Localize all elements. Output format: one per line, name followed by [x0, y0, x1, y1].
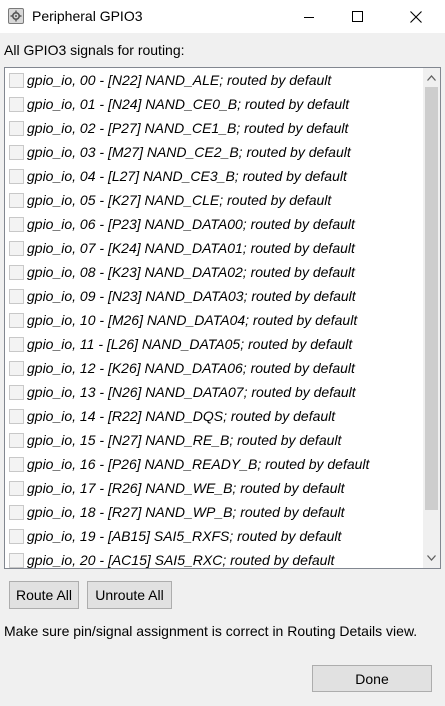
signal-checkbox[interactable] — [9, 360, 24, 376]
window-title: Peripheral GPIO3 — [32, 8, 143, 24]
signal-row[interactable]: gpio_io, 04 - [L27] NAND_CE3_B; routed b… — [9, 164, 347, 188]
signal-checkbox[interactable] — [9, 456, 24, 472]
signal-row[interactable]: gpio_io, 17 - [R26] NAND_WE_B; routed by… — [9, 476, 345, 500]
signal-label: gpio_io, 14 - [R22] NAND_DQS; routed by … — [27, 407, 336, 424]
signal-row[interactable]: gpio_io, 19 - [AB15] SAI5_RXFS; routed b… — [9, 524, 341, 548]
signal-label: gpio_io, 15 - [N27] NAND_RE_B; routed by… — [27, 431, 342, 448]
signal-checkbox[interactable] — [9, 264, 24, 280]
signal-row[interactable]: gpio_io, 07 - [K24] NAND_DATA01; routed … — [9, 236, 355, 260]
close-icon — [410, 10, 422, 23]
signal-row[interactable]: gpio_io, 03 - [M27] NAND_CE2_B; routed b… — [9, 140, 351, 164]
signal-label: gpio_io, 05 - [K27] NAND_CLE; routed by … — [27, 191, 332, 208]
scroll-down-button[interactable] — [423, 549, 440, 566]
signal-row[interactable]: gpio_io, 10 - [M26] NAND_DATA04; routed … — [9, 308, 357, 332]
signal-row[interactable]: gpio_io, 09 - [N23] NAND_DATA03; routed … — [9, 284, 356, 308]
signal-checkbox[interactable] — [9, 96, 24, 112]
signals-prompt: All GPIO3 signals for routing: — [4, 42, 185, 58]
signal-label: gpio_io, 17 - [R26] NAND_WE_B; routed by… — [27, 479, 345, 496]
signal-row[interactable]: gpio_io, 06 - [P23] NAND_DATA00; routed … — [9, 212, 355, 236]
signal-label: gpio_io, 00 - [N22] NAND_ALE; routed by … — [27, 71, 332, 88]
minimize-icon — [304, 16, 314, 18]
signal-checkbox[interactable] — [9, 480, 24, 496]
routing-note: Make sure pin/signal assignment is corre… — [4, 623, 418, 639]
signal-row[interactable]: gpio_io, 01 - [N24] NAND_CE0_B; routed b… — [9, 92, 349, 116]
signal-row[interactable]: gpio_io, 11 - [L26] NAND_DATA05; routed … — [9, 332, 352, 356]
signal-label: gpio_io, 09 - [N23] NAND_DATA03; routed … — [27, 287, 356, 304]
signal-label: gpio_io, 13 - [N26] NAND_DATA07; routed … — [27, 383, 356, 400]
signal-label: gpio_io, 01 - [N24] NAND_CE0_B; routed b… — [27, 95, 350, 112]
signal-checkbox[interactable] — [9, 192, 24, 208]
signal-row[interactable]: gpio_io, 05 - [K27] NAND_CLE; routed by … — [9, 188, 331, 212]
signal-row[interactable]: gpio_io, 02 - [P27] NAND_CE1_B; routed b… — [9, 116, 348, 140]
signal-row[interactable]: gpio_io, 16 - [P26] NAND_READY_B; routed… — [9, 452, 369, 476]
signal-checkbox[interactable] — [9, 312, 24, 328]
signal-checkbox[interactable] — [9, 552, 24, 568]
signal-label: gpio_io, 02 - [P27] NAND_CE1_B; routed b… — [27, 119, 349, 136]
signal-label: gpio_io, 06 - [P23] NAND_DATA00; routed … — [27, 215, 355, 232]
vertical-scrollbar[interactable] — [423, 68, 440, 568]
signal-row[interactable]: gpio_io, 13 - [N26] NAND_DATA07; routed … — [9, 380, 356, 404]
signal-row[interactable]: gpio_io, 18 - [R27] NAND_WP_B; routed by… — [9, 500, 345, 524]
signal-checkbox[interactable] — [9, 216, 24, 232]
signal-checkbox[interactable] — [9, 384, 24, 400]
maximize-button[interactable] — [334, 0, 380, 33]
signal-label: gpio_io, 04 - [L27] NAND_CE3_B; routed b… — [27, 167, 347, 184]
scroll-up-button[interactable] — [423, 69, 440, 86]
chevron-up-icon — [427, 74, 436, 81]
signal-label: gpio_io, 08 - [K23] NAND_DATA02; routed … — [27, 263, 355, 280]
signal-row[interactable]: gpio_io, 15 - [N27] NAND_RE_B; routed by… — [9, 428, 341, 452]
signal-checkbox[interactable] — [9, 432, 24, 448]
signal-checkbox[interactable] — [9, 504, 24, 520]
route-all-button[interactable]: Route All — [9, 581, 79, 609]
signal-row[interactable]: gpio_io, 12 - [K26] NAND_DATA06; routed … — [9, 356, 355, 380]
signal-label: gpio_io, 07 - [K24] NAND_DATA01; routed … — [27, 239, 355, 256]
signal-label: gpio_io, 18 - [R27] NAND_WP_B; routed by… — [27, 503, 345, 520]
signal-label: gpio_io, 03 - [M27] NAND_CE2_B; routed b… — [27, 143, 351, 160]
signal-checkbox[interactable] — [9, 288, 24, 304]
signal-list[interactable]: gpio_io, 00 - [N22] NAND_ALE; routed by … — [4, 67, 441, 569]
signal-checkbox[interactable] — [9, 144, 24, 160]
title-bar: Peripheral GPIO3 — [0, 0, 445, 33]
signal-label: gpio_io, 16 - [P26] NAND_READY_B; routed… — [27, 455, 370, 472]
signal-checkbox[interactable] — [9, 168, 24, 184]
signal-label: gpio_io, 11 - [L26] NAND_DATA05; routed … — [27, 335, 353, 352]
signal-row[interactable]: gpio_io, 08 - [K23] NAND_DATA02; routed … — [9, 260, 355, 284]
signal-checkbox[interactable] — [9, 336, 24, 352]
maximize-icon — [351, 11, 363, 22]
signal-checkbox[interactable] — [9, 408, 24, 424]
signal-checkbox[interactable] — [9, 120, 24, 136]
scrollbar-thumb[interactable] — [425, 87, 438, 510]
signal-row[interactable]: gpio_io, 00 - [N22] NAND_ALE; routed by … — [9, 68, 331, 92]
signal-label: gpio_io, 12 - [K26] NAND_DATA06; routed … — [27, 359, 355, 376]
signal-row[interactable]: gpio_io, 14 - [R22] NAND_DQS; routed by … — [9, 404, 335, 428]
signal-label: gpio_io, 10 - [M26] NAND_DATA04; routed … — [27, 311, 358, 328]
peripheral-app-icon — [8, 8, 24, 24]
signal-checkbox[interactable] — [9, 528, 24, 544]
minimize-button[interactable] — [286, 0, 332, 33]
signal-row[interactable]: gpio_io, 20 - [AC15] SAI5_RXC; routed by… — [9, 548, 335, 568]
signal-label: gpio_io, 20 - [AC15] SAI5_RXC; routed by… — [27, 551, 335, 568]
chevron-down-icon — [427, 554, 436, 561]
unroute-all-button[interactable]: Unroute All — [87, 581, 172, 609]
signal-checkbox[interactable] — [9, 240, 24, 256]
done-button[interactable]: Done — [312, 665, 432, 692]
signal-checkbox[interactable] — [9, 72, 24, 88]
close-button[interactable] — [393, 0, 439, 33]
signal-label: gpio_io, 19 - [AB15] SAI5_RXFS; routed b… — [27, 527, 342, 544]
